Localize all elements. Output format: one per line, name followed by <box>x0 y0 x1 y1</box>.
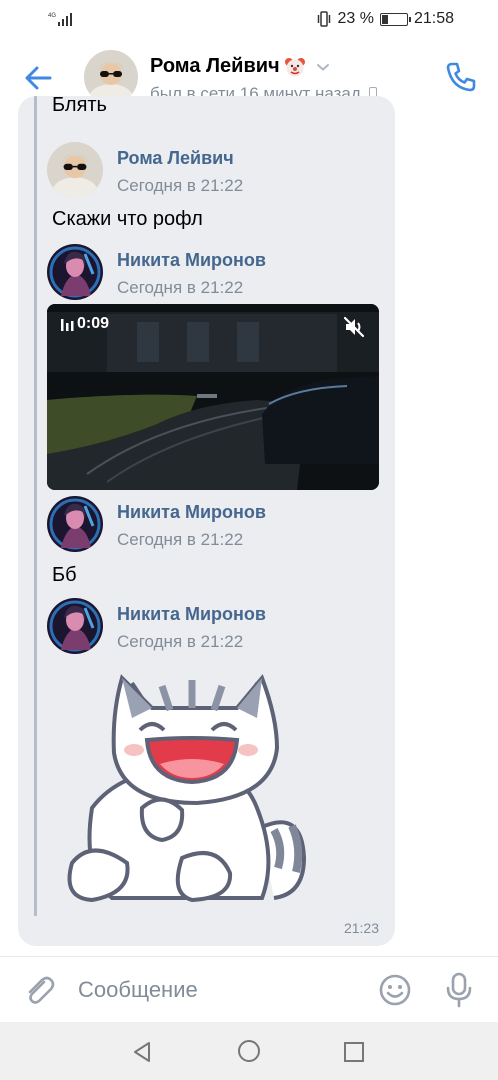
system-navigation-bar <box>0 1022 498 1080</box>
cut-off-message-text: Блять <box>52 96 107 116</box>
phone-call-icon[interactable] <box>444 60 478 94</box>
nav-home-icon[interactable] <box>237 1039 261 1063</box>
message-bubble[interactable]: Блять Рома Лейвич Сегодня в 21:22 Скажи … <box>18 96 395 946</box>
contact-name: Рома Лейвич <box>150 55 280 77</box>
nav-back-icon[interactable] <box>130 1040 154 1064</box>
equalizer-icon <box>61 318 74 331</box>
clown-face-icon <box>284 57 305 76</box>
author-name[interactable]: Никита Миронов <box>117 604 266 625</box>
author-name[interactable]: Никита Миронов <box>117 502 266 523</box>
laughing-cat-sticker[interactable] <box>52 658 322 918</box>
status-bar: 4G 23 % 21:58 <box>0 0 498 38</box>
author-avatar[interactable] <box>47 142 103 198</box>
author-avatar[interactable] <box>47 598 103 654</box>
muted-speaker-icon[interactable] <box>343 316 365 338</box>
message-time: Сегодня в 21:22 <box>117 632 244 651</box>
author-avatar[interactable] <box>47 496 103 552</box>
contact-name-row[interactable]: Рома Лейвич <box>150 55 330 78</box>
battery-percent: 23 % <box>337 10 374 27</box>
message-time: Сегодня в 21:22 <box>117 176 244 195</box>
message-time: Сегодня в 21:22 <box>117 278 244 297</box>
video-attachment[interactable]: 0:09 <box>47 304 379 490</box>
message-text: Скажи что рофл <box>52 208 203 230</box>
message-text: Бб <box>52 564 77 586</box>
cellular-signal-icon: 4G <box>48 13 72 26</box>
author-avatar[interactable] <box>47 244 103 300</box>
nav-recent-apps-icon[interactable] <box>343 1041 365 1063</box>
video-duration-text: 0:09 <box>77 315 110 332</box>
bubble-timestamp: 21:23 <box>343 920 379 936</box>
message-composer <box>0 956 498 1023</box>
message-input[interactable] <box>78 971 348 1009</box>
author-name[interactable]: Никита Миронов <box>117 250 266 271</box>
author-name[interactable]: Рома Лейвич <box>117 148 234 169</box>
microphone-icon[interactable] <box>444 971 474 1009</box>
video-duration: 0:09 <box>61 315 109 333</box>
chevron-down-icon <box>316 63 329 71</box>
emoji-smile-icon[interactable] <box>378 973 412 1007</box>
back-arrow-icon[interactable] <box>20 60 56 96</box>
battery-icon <box>379 12 411 26</box>
paperclip-icon[interactable] <box>22 973 56 1007</box>
message-time: Сегодня в 21:22 <box>117 530 244 549</box>
vibrate-icon <box>318 11 331 27</box>
svg-text:4G: 4G <box>48 13 56 19</box>
status-right: 23 % 21:58 <box>317 10 454 28</box>
forward-indicator-line <box>34 96 37 916</box>
status-time: 21:58 <box>413 10 454 27</box>
